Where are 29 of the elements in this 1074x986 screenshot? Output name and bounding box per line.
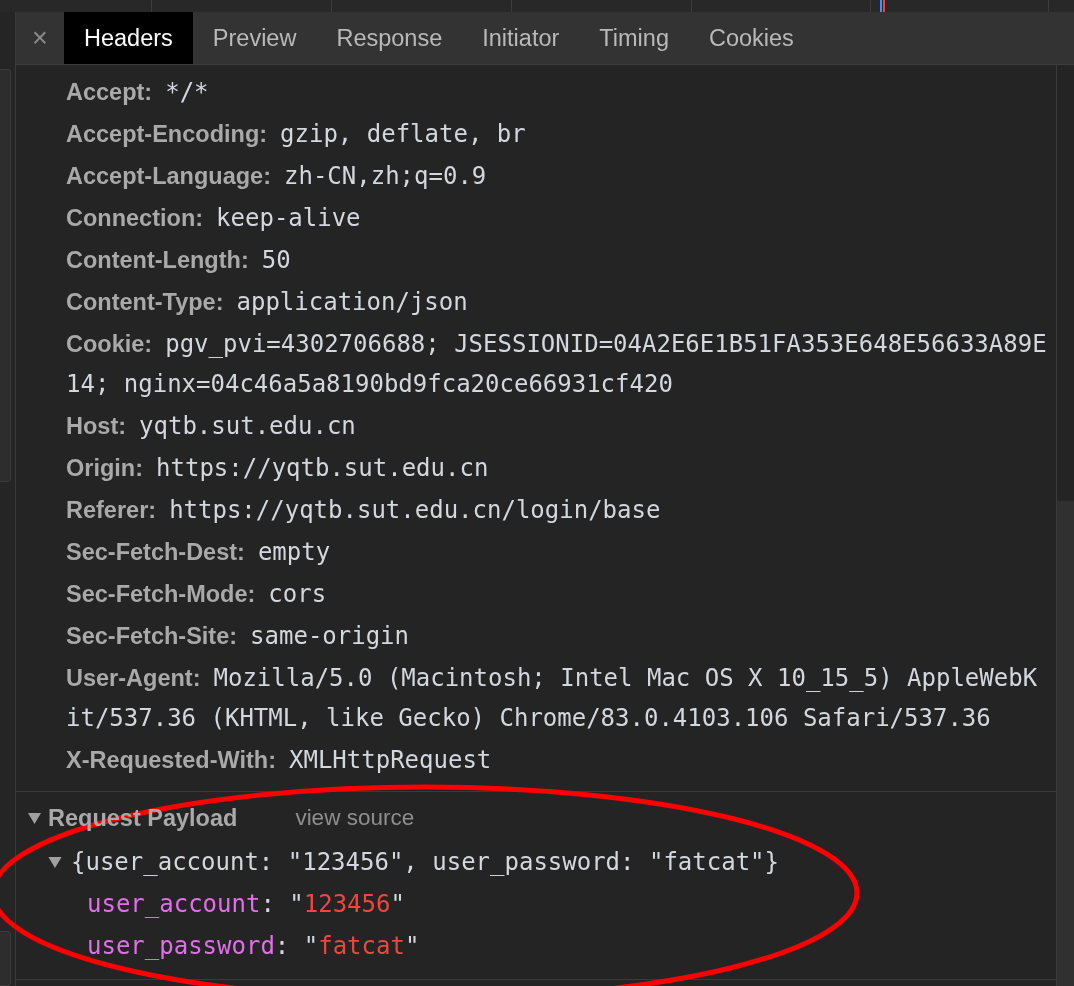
- tab[interactable]: Preview: [192, 12, 317, 64]
- request-header: Accept-Language: zh-CN,zh;q=0.9: [66, 161, 487, 192]
- view-source-link[interactable]: view source: [295, 805, 415, 831]
- timeline-marker-icon: [880, 0, 885, 12]
- tab[interactable]: Response: [316, 12, 463, 64]
- request-header: Accept-Encoding: gzip, deflate, br: [66, 119, 526, 150]
- tab[interactable]: Initiator: [462, 12, 580, 64]
- request-header: Referer: https://yqtb.sut.edu.cn/login/base: [66, 495, 661, 526]
- close-button[interactable]: ×: [16, 12, 64, 64]
- tab[interactable]: Headers: [64, 12, 193, 64]
- request-header: Sec-Fetch-Dest: empty: [66, 537, 331, 568]
- expand-triangle-icon[interactable]: [28, 812, 41, 824]
- tab[interactable]: Cookies: [688, 12, 814, 64]
- request-header: Host: yqtb.sut.edu.cn: [66, 411, 356, 442]
- request-header: Origin: https://yqtb.sut.edu.cn: [66, 453, 489, 484]
- request-header: X-Requested-With: XMLHttpRequest: [66, 745, 492, 776]
- payload-summary: {user_account: "123456", user_password: "fatcat"}: [71, 848, 779, 876]
- request-header: Connection: keep-alive: [66, 203, 361, 234]
- request-header: Accept: */*: [66, 77, 209, 108]
- tab[interactable]: Timing: [579, 12, 689, 64]
- payload-property: user_account: "123456": [87, 890, 405, 918]
- request-header: Content-Length: 50: [66, 245, 291, 276]
- expand-triangle-icon[interactable]: [48, 856, 62, 868]
- request-header: Sec-Fetch-Site: same-origin: [66, 621, 410, 652]
- scrollbar-track[interactable]: [1056, 65, 1074, 986]
- request-header: User-Agent: Mozilla/5.0 (Macintosh; Intel Mac OS X 10_15_5) AppleWebKit/537.36 (KHTML, like Gecko) Chrome/83.0.4103.106 Safari/537.36: [66, 663, 1039, 734]
- request-header: Sec-Fetch-Mode: cors: [66, 579, 327, 610]
- request-header: Content-Type: application/json: [66, 287, 468, 318]
- payload-property: user_password: "fatcat": [87, 932, 420, 960]
